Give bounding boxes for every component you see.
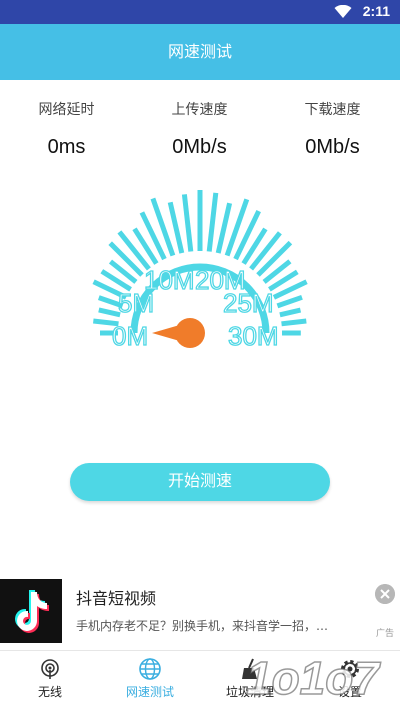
ad-description: 手机内存老不足？别换手机，来抖音学一招，… bbox=[76, 619, 329, 633]
tiktok-logo-icon bbox=[0, 579, 62, 643]
gauge-tick bbox=[281, 318, 307, 327]
watermark-text: 1o1o7 bbox=[246, 652, 381, 704]
stat-latency-value: 0ms bbox=[47, 136, 86, 158]
gauge-tick bbox=[279, 307, 302, 318]
gauge-label-0m: 0M bbox=[112, 321, 148, 351]
gauge-tick bbox=[206, 192, 219, 252]
gauge-tick bbox=[181, 194, 194, 252]
ad-title: 抖音短视频 bbox=[76, 589, 157, 608]
stat-upload: 上传速度 0Mb/s bbox=[133, 96, 266, 159]
gauge-tick bbox=[276, 294, 303, 309]
nav-item-speedtest[interactable]: 网速测试 bbox=[100, 651, 200, 710]
page-title: 网速测试 bbox=[0, 24, 400, 80]
stat-upload-value: 0Mb/s bbox=[172, 136, 227, 158]
gauge-needle-hub bbox=[175, 318, 205, 348]
gauge-label-10m: 10M bbox=[144, 265, 195, 295]
stat-latency-label: 网络延时 bbox=[38, 102, 95, 118]
status-clock: 2:11 bbox=[362, 3, 390, 19]
nav-label-wireless: 无线 bbox=[37, 685, 62, 699]
stat-upload-label: 上传速度 bbox=[171, 102, 228, 118]
gauge-tick bbox=[249, 231, 282, 271]
speed-stats: 网络延时 0ms 上传速度 0Mb/s 下载速度 0Mb/s bbox=[0, 96, 400, 176]
gauge-tick bbox=[215, 202, 233, 254]
ad-tag: 广告 bbox=[375, 629, 394, 639]
ad-banner[interactable]: 抖音短视频 手机内存老不足？别换手机，来抖音学一招，… 广告 bbox=[0, 579, 400, 643]
start-test-button[interactable]: 开始测速 bbox=[70, 463, 330, 501]
speed-gauge: 0M 5M 10M 20M 25M 30M bbox=[92, 190, 308, 352]
gauge-label-25m: 25M bbox=[223, 288, 274, 318]
wifi-signal-icon bbox=[334, 5, 352, 18]
stat-download: 下载速度 0Mb/s bbox=[266, 96, 399, 159]
gauge-tick bbox=[98, 307, 121, 318]
stat-download-value: 0Mb/s bbox=[305, 136, 360, 158]
gauge-tick bbox=[117, 230, 151, 271]
stat-download-label: 下载速度 bbox=[304, 102, 361, 118]
nav-label-speedtest: 网速测试 bbox=[125, 685, 174, 699]
globe-icon bbox=[139, 658, 161, 680]
gauge-tick bbox=[256, 240, 293, 277]
wifi-radar-icon bbox=[41, 659, 59, 679]
gauge-label-30m: 30M bbox=[228, 321, 279, 351]
status-bar: 2:11 bbox=[0, 0, 400, 24]
gauge-tick bbox=[108, 241, 144, 277]
site-watermark: 1o1o7 bbox=[245, 651, 382, 705]
stat-latency: 网络延时 0ms bbox=[0, 96, 133, 159]
nav-item-wireless[interactable]: 无线 bbox=[0, 651, 100, 710]
ad-close-icon[interactable] bbox=[375, 584, 395, 604]
